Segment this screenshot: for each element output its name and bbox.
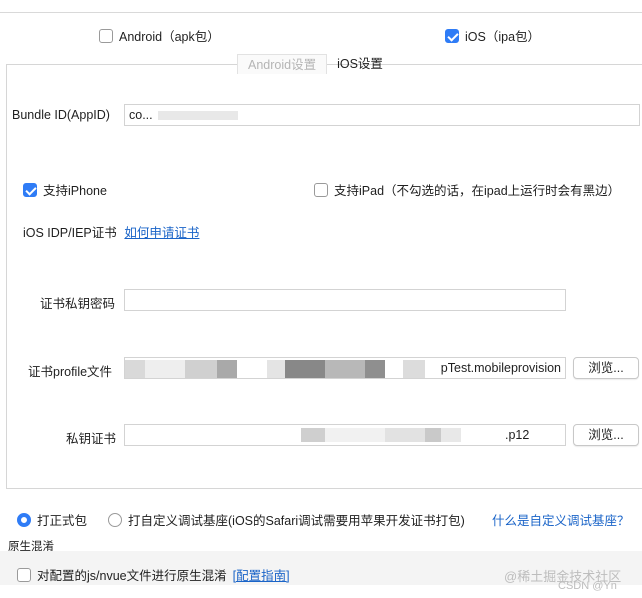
watermark-csdn: CSDN @Yn [558,580,617,592]
cert-password-label: 证书私钥密码 [40,297,116,311]
bundle-id-input[interactable]: co... [124,104,640,126]
obfuscation-guide-link[interactable]: [配置指南] [233,565,290,584]
profile-browse-button[interactable]: 浏览... [573,357,639,379]
redacted-key-path [301,428,461,442]
android-package-option[interactable]: Android（apk包） [99,26,220,45]
ios-checkbox[interactable] [445,28,459,43]
support-ipad-label: 支持iPad（不勾选的话，在ipad上运行时会有黑边） [334,184,621,198]
ios-package-label: iOS（ipa包） [465,30,541,44]
build-custom-radio[interactable] [108,512,122,527]
build-formal-option[interactable]: 打正式包 [17,510,87,529]
support-iphone-option[interactable]: 支持iPhone [23,180,107,199]
support-iphone-label: 支持iPhone [43,184,107,198]
redacted-text [158,111,239,121]
top-divider [0,12,642,13]
profile-file-label: 证书profile文件 [28,365,113,379]
support-iphone-checkbox[interactable] [23,182,37,197]
android-package-label: Android（apk包） [119,30,220,44]
cert-help-link[interactable]: 如何申请证书 [124,226,199,240]
build-formal-label: 打正式包 [37,514,88,528]
private-key-label: 私钥证书 [66,432,117,446]
android-checkbox[interactable] [99,28,113,43]
support-ipad-option[interactable]: 支持iPad（不勾选的话，在ipad上运行时会有黑边） [314,180,620,199]
private-key-value: .p12 [505,428,530,442]
cert-row: iOS IDP/IEP证书 如何申请证书 [23,222,199,241]
cert-label: iOS IDP/IEP证书 [23,226,117,240]
settings-tabs: Android设置 iOS设置 [237,54,393,74]
profile-file-value: pTest.mobileprovision [440,361,561,375]
private-key-browse-button[interactable]: 浏览... [573,424,639,446]
bundle-id-label: Bundle ID(AppID) [12,108,110,122]
tab-android-settings[interactable]: Android设置 [237,54,328,74]
obfuscation-label: 对配置的js/nvue文件进行原生混淆 [37,569,227,583]
ios-package-option[interactable]: iOS（ipa包） [445,26,540,45]
obfuscation-option[interactable]: 对配置的js/nvue文件进行原生混淆 [配置指南] [17,565,290,584]
obfuscation-checkbox[interactable] [17,567,31,582]
bundle-id-value: co... [129,108,153,122]
custom-base-help-link[interactable]: 什么是自定义调试基座？ [492,510,630,529]
tab-ios-settings[interactable]: iOS设置 [327,54,393,74]
build-custom-option[interactable]: 打自定义调试基座(iOS的Safari调试需要用苹果开发证书打包) [108,510,465,529]
redacted-path [125,360,425,378]
build-custom-label: 打自定义调试基座(iOS的Safari调试需要用苹果开发证书打包) [128,514,465,528]
support-ipad-checkbox[interactable] [314,182,328,197]
profile-file-input[interactable]: pTest.mobileprovision [124,357,566,379]
cert-password-input[interactable] [124,289,566,311]
private-key-input[interactable]: .p12 [124,424,566,446]
build-formal-radio[interactable] [17,512,31,527]
